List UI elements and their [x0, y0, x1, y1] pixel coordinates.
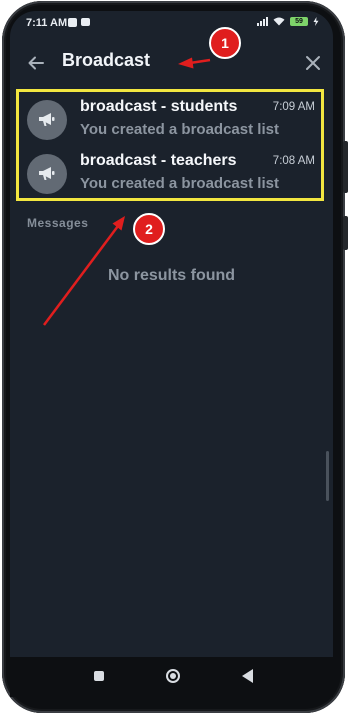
megaphone-icon: [39, 167, 55, 180]
chat-results-highlight: broadcast - students 7:09 AM You created…: [16, 89, 324, 201]
chat-name: broadcast - teachers: [80, 152, 237, 169]
no-results-text: No results found: [107, 267, 236, 284]
chat-result-row[interactable]: broadcast - students 7:09 AM You created…: [19, 93, 321, 147]
chat-notification-icon: [81, 18, 90, 26]
broadcast-avatar: [27, 154, 67, 194]
megaphone-icon: [39, 113, 55, 126]
status-time: 7:11 AM: [26, 17, 68, 29]
app-screen: 7:11 AM 59 Broadcast broadcast - student…: [10, 11, 333, 657]
gallery-notification-icon: [68, 18, 77, 27]
chat-time: 7:08 AM: [272, 155, 315, 167]
chat-result-row[interactable]: broadcast - teachers 7:08 AM You created…: [19, 147, 321, 201]
search-query-field[interactable]: Broadcast: [62, 50, 150, 71]
back-arrow-icon[interactable]: [25, 52, 47, 74]
charging-icon: [313, 17, 319, 26]
scrollbar[interactable]: [326, 451, 329, 501]
signal-icon: [257, 17, 268, 26]
annotation-step-1-badge: 1: [209, 27, 241, 59]
recents-button[interactable]: [94, 671, 104, 681]
home-button[interactable]: [166, 669, 180, 683]
chat-preview: You created a broadcast list: [80, 175, 279, 192]
system-nav-bar: [10, 657, 333, 697]
notification-icons: [68, 18, 90, 27]
chat-name: broadcast - students: [80, 98, 238, 115]
wifi-icon: [273, 17, 285, 26]
chat-preview: You created a broadcast list: [80, 121, 279, 138]
broadcast-avatar: [27, 100, 67, 140]
search-header: Broadcast: [10, 44, 333, 84]
chat-time: 7:09 AM: [272, 101, 315, 113]
messages-section-label: Messages: [27, 216, 89, 230]
annotation-step-2-badge: 2: [133, 213, 165, 245]
back-nav-button[interactable]: [242, 669, 253, 683]
status-bar: 7:11 AM 59: [10, 11, 333, 35]
power-button: [343, 216, 348, 250]
status-indicators: 59: [257, 17, 319, 26]
close-icon[interactable]: [303, 53, 323, 73]
battery-icon: 59: [290, 17, 308, 26]
volume-button: [343, 141, 348, 193]
